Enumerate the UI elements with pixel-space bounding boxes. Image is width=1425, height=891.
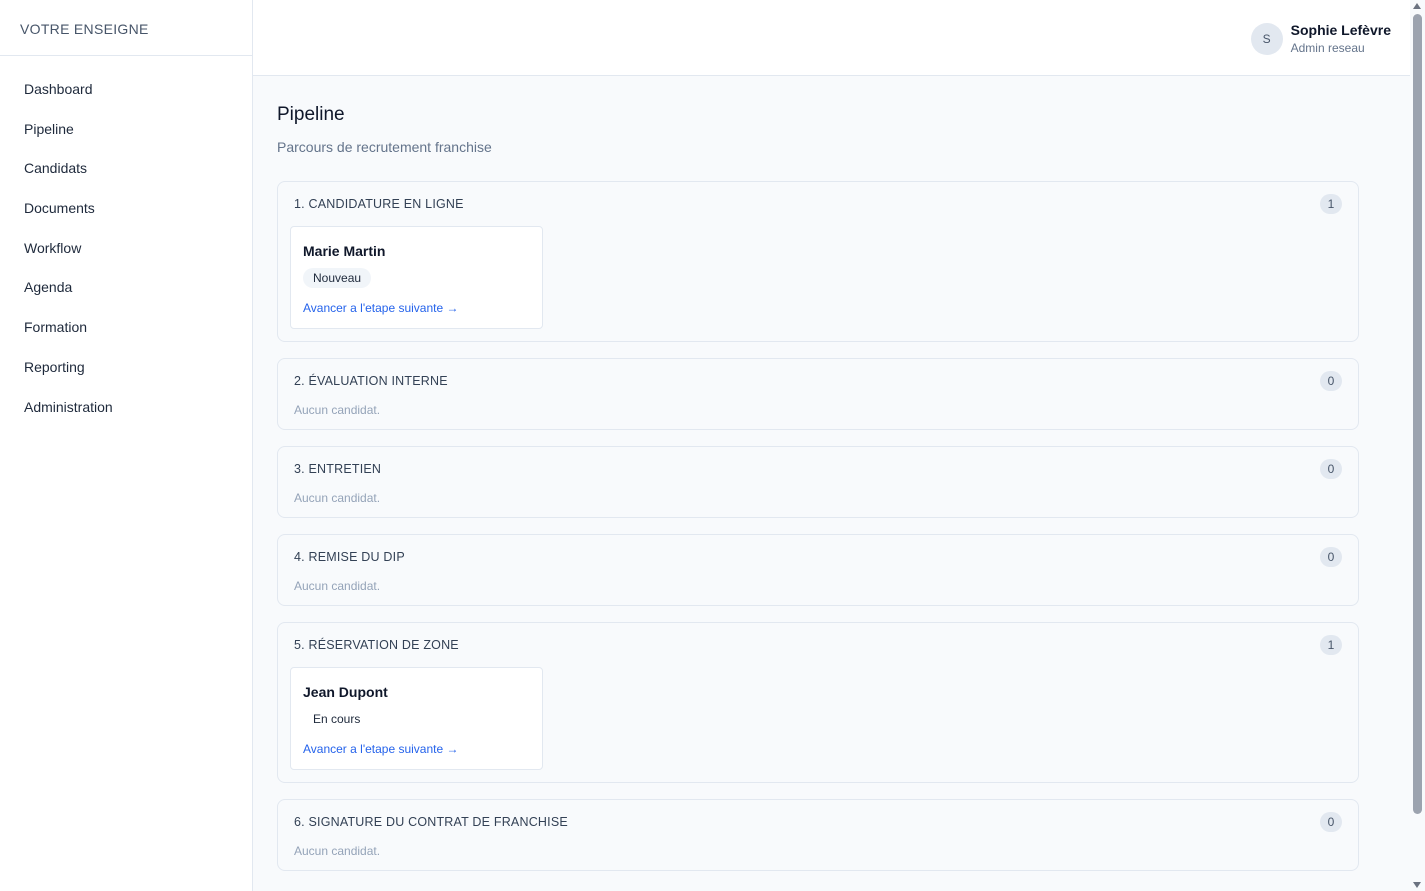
stage-reservation-de-zone: 5. RÉSERVATION DE ZONE 1 Jean Dupont En … [277, 622, 1359, 783]
stage-count-badge: 0 [1320, 547, 1342, 567]
advance-stage-link[interactable]: Avancer a l'etape suivante → [303, 301, 530, 315]
stage-count-badge: 1 [1320, 635, 1342, 655]
pipeline-content: Pipeline Parcours de recrutement franchi… [253, 76, 1386, 871]
sidebar-item-pipeline[interactable]: Pipeline [0, 110, 252, 150]
stage-evaluation-interne: 2. ÉVALUATION INTERNE 0 Aucun candidat. [277, 358, 1359, 430]
sidebar-nav: Dashboard Pipeline Candidats Documents W… [0, 56, 252, 427]
empty-state: Aucun candidat. [294, 491, 381, 505]
stage-count-badge: 0 [1320, 459, 1342, 479]
scroll-down-arrow-icon[interactable] [1413, 882, 1421, 888]
brand-logo[interactable]: VOTRE ENSEIGNE [0, 0, 252, 56]
sidebar-item-workflow[interactable]: Workflow [0, 229, 252, 269]
topbar: S Sophie Lefèvre Admin reseau [253, 0, 1425, 76]
sidebar-item-reporting[interactable]: Reporting [0, 348, 252, 388]
stage-title: 6. SIGNATURE DU CONTRAT DE FRANCHISE [294, 815, 568, 829]
stage-remise-du-dip: 4. REMISE DU DIP 0 Aucun candidat. [277, 534, 1359, 606]
stage-title: 5. RÉSERVATION DE ZONE [294, 638, 459, 652]
candidate-card[interactable]: Jean Dupont En cours Avancer a l'etape s… [290, 667, 543, 770]
user-role: Admin reseau [1290, 41, 1365, 55]
stage-title: 2. ÉVALUATION INTERNE [294, 374, 448, 388]
candidate-name: Marie Martin [303, 243, 386, 259]
page-subtitle: Parcours de recrutement franchise [277, 139, 492, 155]
page-title: Pipeline [277, 104, 345, 125]
stage-count-badge: 0 [1320, 812, 1342, 832]
sidebar-item-candidats[interactable]: Candidats [0, 149, 252, 189]
sidebar-item-formation[interactable]: Formation [0, 308, 252, 348]
sidebar-item-administration[interactable]: Administration [0, 388, 252, 428]
user-menu[interactable]: S Sophie Lefèvre Admin reseau [1250, 22, 1391, 55]
stage-signature-contrat: 6. SIGNATURE DU CONTRAT DE FRANCHISE 0 A… [277, 799, 1359, 871]
stage-count-badge: 0 [1320, 371, 1342, 391]
sidebar-item-agenda[interactable]: Agenda [0, 268, 252, 308]
main-area: S Sophie Lefèvre Admin reseau Pipeline P… [253, 0, 1425, 891]
stage-count-badge: 1 [1320, 194, 1342, 214]
advance-stage-link[interactable]: Avancer a l'etape suivante → [303, 742, 530, 756]
sidebar-item-documents[interactable]: Documents [0, 189, 252, 229]
status-badge: En cours [303, 709, 371, 729]
avatar[interactable]: S [1250, 22, 1283, 55]
user-info: Sophie Lefèvre Admin reseau [1291, 22, 1391, 55]
scroll-thumb[interactable] [1413, 14, 1422, 814]
empty-state: Aucun candidat. [294, 579, 381, 593]
stage-title: 3. ENTRETIEN [294, 462, 382, 476]
empty-state: Aucun candidat. [294, 844, 381, 858]
status-badge: Nouveau [303, 268, 372, 288]
stage-entretien: 3. ENTRETIEN 0 Aucun candidat. [277, 446, 1359, 518]
vertical-scrollbar[interactable] [1410, 0, 1425, 891]
sidebar-item-dashboard[interactable]: Dashboard [0, 70, 252, 110]
sidebar: VOTRE ENSEIGNE Dashboard Pipeline Candid… [0, 0, 253, 891]
candidate-card[interactable]: Marie Martin Nouveau Avancer a l'etape s… [290, 226, 543, 329]
stage-candidature-en-ligne: 1. CANDIDATURE EN LIGNE 1 Marie Martin N… [277, 181, 1359, 342]
scroll-up-arrow-icon[interactable] [1413, 3, 1421, 9]
app: VOTRE ENSEIGNE Dashboard Pipeline Candid… [0, 0, 1425, 891]
user-name: Sophie Lefèvre [1290, 22, 1391, 38]
stage-list: 1. CANDIDATURE EN LIGNE 1 Marie Martin N… [277, 181, 1359, 871]
candidate-name: Jean Dupont [303, 684, 388, 700]
empty-state: Aucun candidat. [294, 403, 381, 417]
stage-title: 4. REMISE DU DIP [294, 550, 405, 564]
stage-title: 1. CANDIDATURE EN LIGNE [294, 197, 464, 211]
